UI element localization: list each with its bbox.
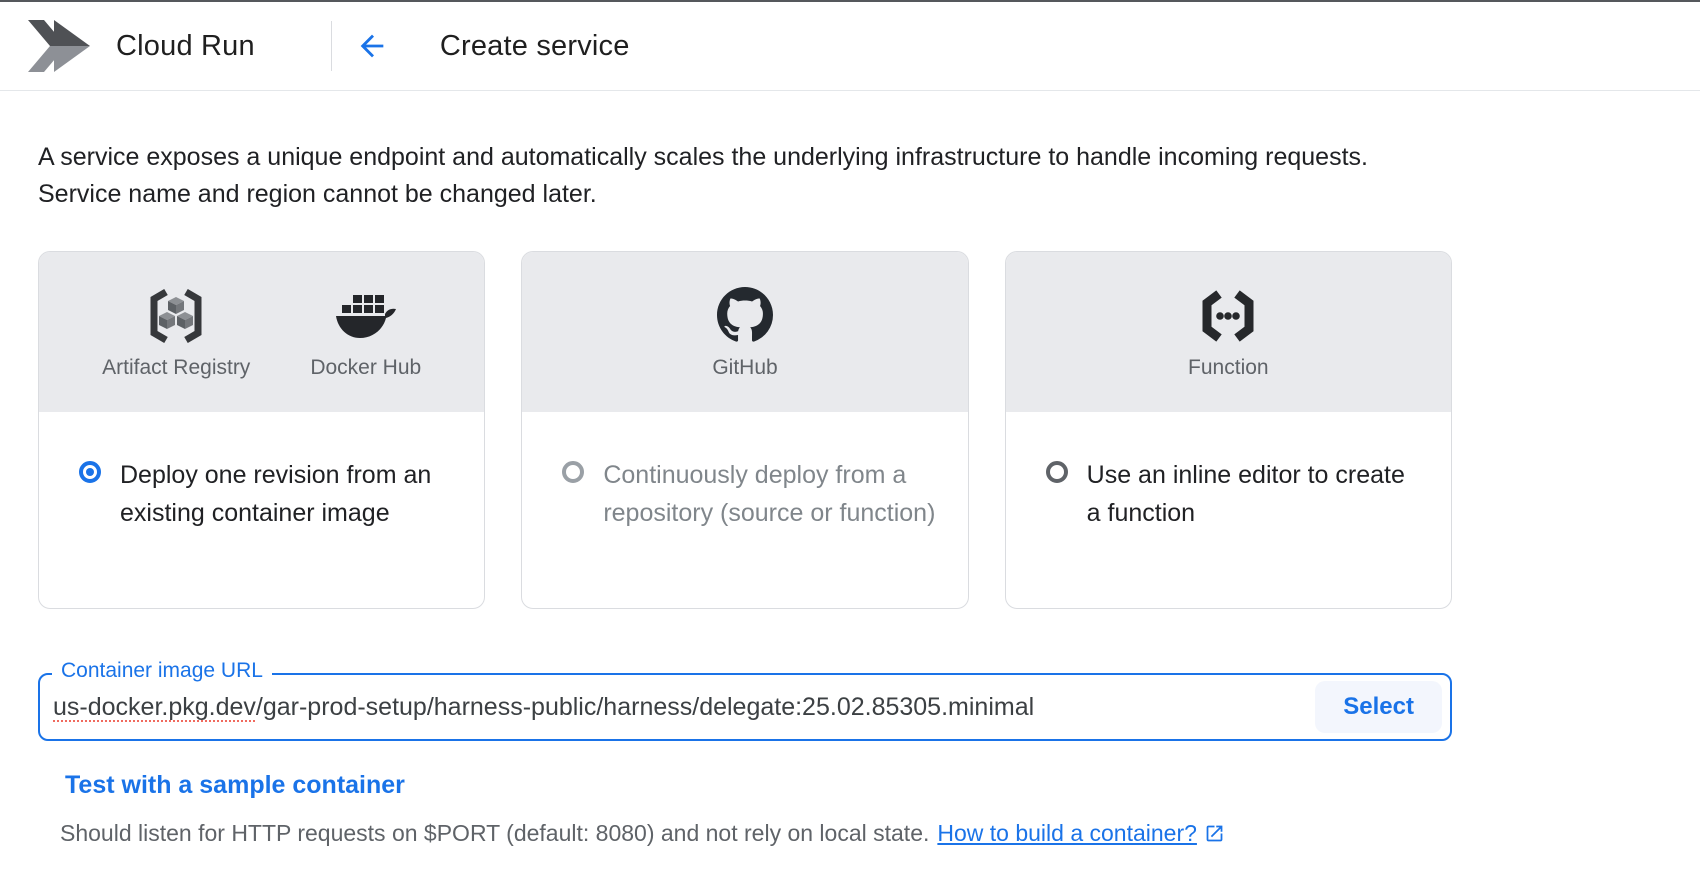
artifact-registry-stack: Artifact Registry xyxy=(102,285,250,380)
docker-hub-label: Docker Hub xyxy=(310,356,421,380)
app-header: Cloud Run Create service xyxy=(0,2,1700,91)
card-function: Function Use an inline editor to create … xyxy=(1005,251,1452,609)
radio-option-label: Use an inline editor to create a functio… xyxy=(1087,456,1425,532)
url-rest-segment: /gar-prod-setup/harness-public/harness/d… xyxy=(256,693,1034,721)
github-stack: GitHub xyxy=(712,285,777,380)
test-sample-container-link[interactable]: Test with a sample container xyxy=(65,771,405,800)
cloud-run-logo-icon xyxy=(28,20,90,72)
radio-unselected-icon[interactable] xyxy=(562,461,584,483)
card-repository: GitHub Continuously deploy from a reposi… xyxy=(521,251,968,609)
radio-option-existing-image[interactable]: Deploy one revision from an existing con… xyxy=(39,412,484,532)
function-icon xyxy=(1199,285,1257,343)
create-service-form: A service exposes a unique endpoint and … xyxy=(0,139,1700,847)
card-container-image: Artifact Registry xyxy=(38,251,485,609)
docker-hub-stack: Docker Hub xyxy=(310,285,421,380)
container-image-url-input[interactable]: us-docker.pkg.dev/gar-prod-setup/harness… xyxy=(40,693,1034,722)
product-title: Cloud Run xyxy=(116,30,255,63)
radio-option-label: Continuously deploy from a repository (s… xyxy=(603,456,941,532)
arrow-left-icon xyxy=(355,29,389,63)
card-container-image-header: Artifact Registry xyxy=(39,252,484,412)
radio-unselected-icon[interactable] xyxy=(1046,461,1068,483)
artifact-registry-label: Artifact Registry xyxy=(102,356,250,380)
card-function-header: Function xyxy=(1006,252,1451,412)
github-label: GitHub xyxy=(712,356,777,380)
container-image-url-field: Container image URL us-docker.pkg.dev/ga… xyxy=(38,673,1452,741)
url-spellchecked-segment: us-docker.pkg.dev xyxy=(53,693,256,721)
open-in-new-icon xyxy=(1204,823,1225,844)
docker-hub-icon xyxy=(335,285,397,343)
radio-option-repository[interactable]: Continuously deploy from a repository (s… xyxy=(522,412,967,532)
helper-text: Should listen for HTTP requests on $PORT… xyxy=(60,820,929,847)
helper-row: Should listen for HTTP requests on $PORT… xyxy=(60,820,1662,847)
back-button[interactable] xyxy=(350,24,394,68)
radio-selected-icon[interactable] xyxy=(79,461,101,483)
select-image-button[interactable]: Select xyxy=(1315,681,1442,733)
artifact-registry-icon xyxy=(147,285,205,343)
radio-option-inline-editor[interactable]: Use an inline editor to create a functio… xyxy=(1006,412,1451,532)
intro-text: A service exposes a unique endpoint and … xyxy=(38,139,1458,213)
page-title: Create service xyxy=(440,30,630,63)
function-stack: Function xyxy=(1188,285,1269,380)
how-to-build-container-link[interactable]: How to build a container? xyxy=(937,820,1197,847)
card-repository-header: GitHub xyxy=(522,252,967,412)
header-divider xyxy=(331,21,332,71)
function-label: Function xyxy=(1188,356,1269,380)
github-icon xyxy=(717,285,773,343)
container-image-url-label: Container image URL xyxy=(52,659,272,683)
deployment-source-cards: Artifact Registry xyxy=(38,251,1452,609)
radio-option-label: Deploy one revision from an existing con… xyxy=(120,456,458,532)
